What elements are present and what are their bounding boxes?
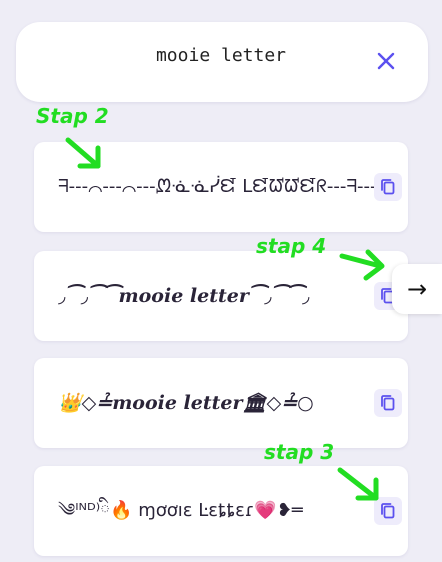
annotation-step-3-label: stap 3 (264, 440, 335, 464)
annotation-step-2-label: Stap 2 (36, 104, 109, 128)
search-input[interactable] (86, 40, 356, 70)
results-panel: ᖷ---⌒---⌒---ᘻᓍᓍᓰᘿ ᒪᘿᘺᘺᘿᖇ---ᖷ---ᖷ--- ﻿◞⁀◞… (0, 0, 442, 562)
annotation-step-4-arrow (339, 249, 385, 281)
annotation-step-3-arrow (337, 467, 379, 501)
copy-button[interactable] (374, 389, 402, 417)
clear-search-button[interactable] (372, 47, 400, 75)
annotation-step-2-arrow (65, 137, 101, 169)
copy-icon (381, 179, 395, 195)
close-icon (377, 52, 395, 70)
font-result-card[interactable]: 👑◇≟𝒎𝒐𝒐𝒊𝒆 𝒍𝒆𝒕𝒕𝒆𝒓🏛◇≟○ (34, 358, 408, 448)
annotation-step-4-label: stap 4 (256, 234, 327, 258)
search-bar (16, 22, 428, 102)
font-result-text: 👑◇≟𝒎𝒐𝒐𝒊𝒆 𝒍𝒆𝒕𝒕𝒆𝒓🏛◇≟○ (58, 392, 314, 414)
font-result-text: ◞⁀◞⁀⁀𝒎𝒐𝒐𝒊𝒆 𝒍𝒆𝒕𝒕𝒆𝒓⁀◞⁀⁀◞ (58, 285, 310, 307)
copy-icon (381, 395, 395, 411)
font-result-text: ༄ᴵᴺᴰ⁾ི🔥 ɱơơıɛ Ŀɛȶȶɛɾ💗❥═ (58, 500, 303, 521)
copy-button[interactable] (374, 173, 402, 201)
